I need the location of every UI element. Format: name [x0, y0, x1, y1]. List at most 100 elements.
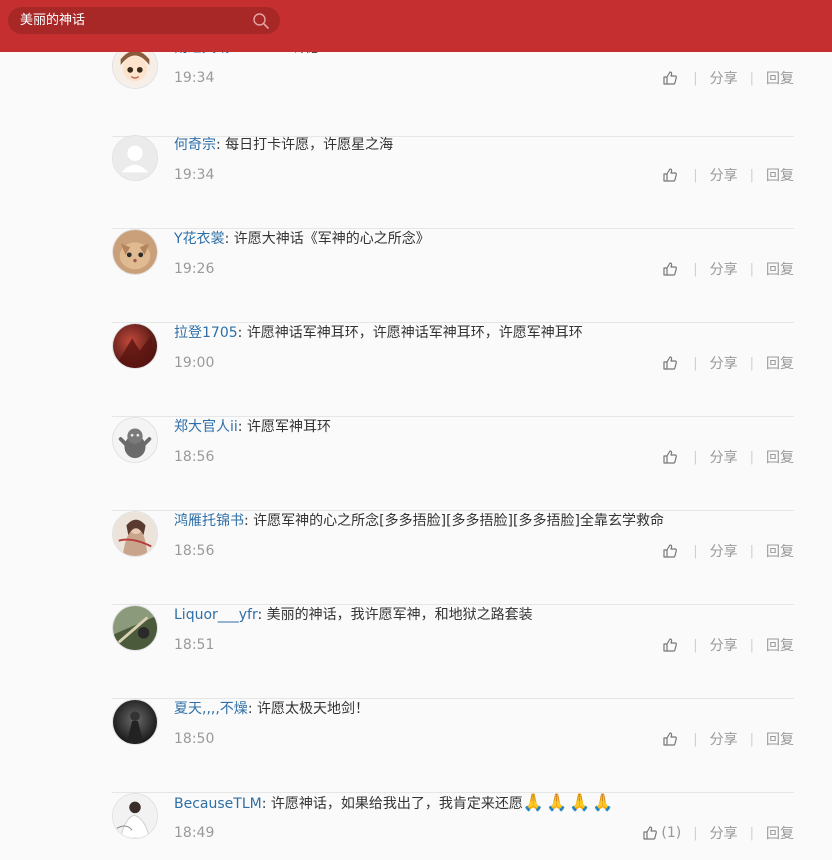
- search-input[interactable]: 美丽的神话: [20, 12, 85, 29]
- comment-text: 许愿军神耳环: [246, 419, 331, 435]
- comment-time: 19:26: [174, 261, 215, 277]
- search-box[interactable]: 美丽的神话: [8, 7, 280, 34]
- username-link[interactable]: Y花衣裳: [174, 231, 225, 247]
- divider: |: [693, 825, 698, 841]
- like-button[interactable]: [662, 449, 681, 465]
- reply-button[interactable]: 回复: [766, 68, 794, 88]
- comment-text: 许愿神话，如果给我出了，我肯定来还愿: [270, 796, 523, 812]
- comment-item: 何奇宗: 每日打卡许愿，许愿星之海 19:34 | 分享 | 回复: [112, 135, 794, 229]
- comment-time: 18:56: [174, 543, 215, 559]
- comment-time: 18:49: [174, 825, 215, 841]
- reply-button[interactable]: 回复: [766, 165, 794, 185]
- comment-line: 何奇宗: 每日打卡许愿，许愿星之海: [174, 137, 394, 153]
- comment-line: 郑大官人ii: 许愿军神耳环: [174, 419, 331, 435]
- comment-actions: | 分享 | 回复: [662, 258, 794, 280]
- comment-line: Liquor___yfr: 美丽的神话，我许愿军神，和地狱之路套装: [174, 607, 533, 623]
- comment-text: 许愿军神的心之所念[多多捂脸][多多捂脸][多多捂脸]全靠玄学救命: [253, 513, 664, 529]
- comment-item: Y花衣裳: 许愿大神话《军神的心之所念》 19:26 | 分享 | 回复: [112, 229, 794, 323]
- comment-actions: | 分享 | 回复: [662, 352, 794, 374]
- comment-text: 许愿神话军神耳环，许愿神话军神耳环，许愿军神耳环: [246, 325, 583, 341]
- comment-actions: (1) | 分享 | 回复: [642, 822, 794, 844]
- like-button[interactable]: [662, 543, 681, 559]
- user-avatar[interactable]: [112, 323, 158, 369]
- divider: |: [693, 731, 698, 747]
- thumbs-up-icon: [662, 637, 678, 653]
- divider: |: [693, 261, 698, 277]
- divider: |: [749, 825, 754, 841]
- like-button[interactable]: (1): [642, 825, 681, 841]
- comment-time: 18:50: [174, 731, 215, 747]
- username-link[interactable]: 鸿雁托锦书: [174, 513, 244, 529]
- thumbs-up-icon: [662, 449, 678, 465]
- comment-time: 18:56: [174, 449, 215, 465]
- divider: |: [693, 637, 698, 653]
- comment-item: Liquor___yfr: 美丽的神话，我许愿军神，和地狱之路套装 18:51 …: [112, 605, 794, 699]
- divider: |: [749, 543, 754, 559]
- divider: |: [693, 449, 698, 465]
- comment-time: 19:34: [174, 70, 215, 86]
- share-button[interactable]: 分享: [710, 729, 738, 749]
- comment-time: 19:00: [174, 355, 215, 371]
- comment-text: 许愿大神话《军神的心之所念》: [233, 231, 430, 247]
- share-button[interactable]: 分享: [710, 68, 738, 88]
- comment-line: Y花衣裳: 许愿大神话《军神的心之所念》: [174, 231, 430, 247]
- like-button[interactable]: [662, 70, 681, 86]
- comment-item: 鸿雁托锦书: 许愿军神的心之所念[多多捂脸][多多捂脸][多多捂脸]全靠玄学救命…: [112, 511, 794, 605]
- like-button[interactable]: [662, 731, 681, 747]
- username-link[interactable]: 夏天,,,,不燥: [174, 701, 248, 717]
- user-avatar[interactable]: [112, 511, 158, 557]
- share-button[interactable]: 分享: [710, 823, 738, 843]
- reply-button[interactable]: 回复: [766, 353, 794, 373]
- share-button[interactable]: 分享: [710, 635, 738, 655]
- comment-item: 拉登1705: 许愿神话军神耳环，许愿神话军神耳环，许愿军神耳环 19:00 |…: [112, 323, 794, 417]
- comment-item: 郑大官人ii: 许愿军神耳环 18:56 | 分享 | 回复: [112, 417, 794, 511]
- divider: |: [749, 261, 754, 277]
- username-link[interactable]: 何奇宗: [174, 137, 216, 153]
- divider: |: [749, 731, 754, 747]
- user-avatar[interactable]: [112, 699, 158, 745]
- reply-button[interactable]: 回复: [766, 447, 794, 467]
- share-button[interactable]: 分享: [710, 541, 738, 561]
- like-button[interactable]: [662, 355, 681, 371]
- divider: |: [749, 167, 754, 183]
- divider: |: [749, 70, 754, 86]
- like-count: (1): [661, 825, 682, 841]
- thumbs-up-icon: [662, 70, 678, 86]
- share-button[interactable]: 分享: [710, 259, 738, 279]
- thumbs-up-icon: [642, 825, 658, 841]
- share-button[interactable]: 分享: [710, 353, 738, 373]
- like-button[interactable]: [662, 637, 681, 653]
- username-link[interactable]: BecauseTLM: [174, 796, 262, 812]
- user-avatar[interactable]: [112, 135, 158, 181]
- divider: |: [693, 543, 698, 559]
- comment-actions: | 分享 | 回复: [662, 728, 794, 750]
- username-link[interactable]: Liquor___yfr: [174, 607, 258, 623]
- reply-button[interactable]: 回复: [766, 541, 794, 561]
- divider: |: [693, 167, 698, 183]
- user-avatar[interactable]: [112, 793, 158, 839]
- divider: |: [749, 449, 754, 465]
- like-button[interactable]: [662, 261, 681, 277]
- search-icon[interactable]: [252, 12, 270, 30]
- comment-item: BecauseTLM: 许愿神话，如果给我出了，我肯定来还愿🙏🙏🙏🙏 18:49…: [112, 793, 794, 860]
- reply-button[interactable]: 回复: [766, 635, 794, 655]
- reply-button[interactable]: 回复: [766, 259, 794, 279]
- thumbs-up-icon: [662, 355, 678, 371]
- username-link[interactable]: 郑大官人ii: [174, 419, 238, 435]
- divider: |: [749, 355, 754, 371]
- comment-actions: | 分享 | 回复: [662, 446, 794, 468]
- like-button[interactable]: [662, 167, 681, 183]
- username-link[interactable]: 拉登1705: [174, 325, 238, 341]
- user-avatar[interactable]: [112, 229, 158, 275]
- comment-actions: | 分享 | 回复: [662, 164, 794, 186]
- user-avatar[interactable]: [112, 417, 158, 463]
- comment-line: BecauseTLM: 许愿神话，如果给我出了，我肯定来还愿🙏🙏🙏🙏: [174, 793, 616, 813]
- share-button[interactable]: 分享: [710, 447, 738, 467]
- thumbs-up-icon: [662, 261, 678, 277]
- comment-text: 许愿太极天地剑！: [256, 701, 369, 717]
- reply-button[interactable]: 回复: [766, 823, 794, 843]
- share-button[interactable]: 分享: [710, 165, 738, 185]
- user-avatar[interactable]: [112, 605, 158, 651]
- reply-button[interactable]: 回复: [766, 729, 794, 749]
- comment-text: 每日打卡许愿，许愿星之海: [225, 137, 394, 153]
